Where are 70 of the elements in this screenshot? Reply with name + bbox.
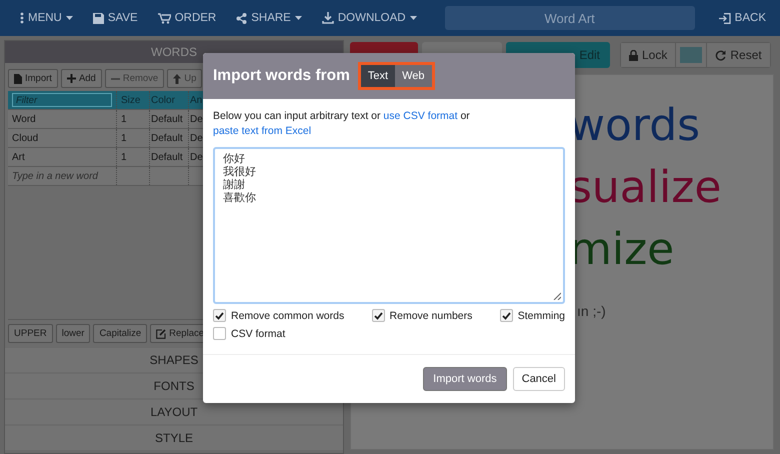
column-header: An [189, 94, 204, 108]
resize-grip-icon [553, 292, 561, 300]
text-line: 喜歡你 [223, 192, 256, 205]
toolbar-button[interactable]: Add [60, 69, 102, 88]
lock-button[interactable]: Lock [621, 43, 676, 67]
toolbar-button[interactable]: Remove [104, 69, 164, 88]
toolbar-button[interactable]: Up [167, 69, 202, 88]
minus-icon [110, 78, 120, 80]
table-cell: Word [8, 110, 117, 128]
table-cell-text: De [189, 132, 204, 146]
dialog-title: Import words from [213, 67, 350, 85]
cloud-word: words [569, 99, 702, 153]
toolbar-button[interactable]: Import [8, 69, 58, 88]
share-icon [236, 12, 248, 24]
text-area[interactable]: 你好 我很好 謝謝 喜歡你 [213, 147, 565, 304]
checkbox[interactable] [500, 309, 513, 322]
checkbox[interactable] [372, 309, 385, 322]
back-button[interactable]: BACK [712, 8, 772, 28]
table-cell: 1 [117, 110, 150, 128]
text-line: 你好 [223, 153, 245, 166]
case-button[interactable]: lower [56, 324, 90, 343]
table-cell-text: De [189, 150, 204, 164]
text-line: 我很好 [223, 166, 256, 178]
csv-link[interactable]: use CSV format [383, 110, 458, 122]
table-cell: Default [150, 110, 189, 128]
menu-button[interactable]: SAVE [86, 8, 144, 28]
import-button[interactable]: Import words [423, 367, 507, 391]
case-button[interactable]: UPPER [8, 324, 53, 343]
section-header[interactable]: STYLE [5, 426, 343, 450]
cloud-word: sualize [569, 161, 722, 215]
lock-icon [629, 50, 638, 60]
menu-button[interactable]: DOWNLOAD [316, 8, 423, 28]
source-tab[interactable]: Text [360, 65, 396, 87]
option-label: Stemming [518, 310, 565, 322]
download-icon [322, 12, 334, 24]
filter-field[interactable]: Filter [12, 93, 112, 107]
excel-link[interactable]: paste text from Excel [213, 125, 312, 137]
option-label: Remove numbers [390, 310, 472, 322]
title-field[interactable]: Word Art [444, 6, 695, 30]
option-label: Remove common words [231, 310, 344, 322]
table-cell: Default [150, 148, 189, 166]
plus-icon [66, 74, 76, 83]
column-header: Size [117, 91, 150, 109]
table-cell-text: De [189, 112, 204, 126]
canvas-text: ın ;-) [577, 303, 607, 319]
edit-icon [156, 328, 166, 338]
exit-icon [718, 12, 731, 24]
intro-text: Below you can input arbitrary text or use CSV format or paste text from Excel [213, 109, 471, 139]
column-header: Color [150, 91, 189, 109]
table-cell: Cloud [8, 129, 117, 147]
checkbox[interactable] [213, 327, 226, 340]
menu-button[interactable]: SHARE [230, 8, 308, 28]
cart-icon [158, 12, 171, 24]
text-line: 謝謝 [223, 179, 245, 192]
document-icon [14, 74, 22, 84]
option-label: CSV format [231, 328, 286, 340]
new-word-field[interactable]: Type in a new word [12, 170, 112, 182]
table-cell: 1 [117, 148, 150, 166]
section-header[interactable]: LAYOUT [5, 400, 343, 424]
cancel-button[interactable]: Cancel [512, 367, 565, 391]
case-button[interactable]: Capitalize [93, 324, 148, 343]
menu-button[interactable]: MENU [14, 8, 79, 28]
table-cell: Art [8, 148, 117, 166]
table-cell: 1 [117, 129, 150, 147]
checkbox[interactable] [213, 309, 226, 322]
menu-button[interactable]: ORDER [152, 8, 222, 28]
reset-icon [715, 50, 726, 60]
table-cell: Default [150, 129, 189, 147]
up-arrow-icon [173, 74, 182, 84]
menu-icon [20, 12, 24, 24]
